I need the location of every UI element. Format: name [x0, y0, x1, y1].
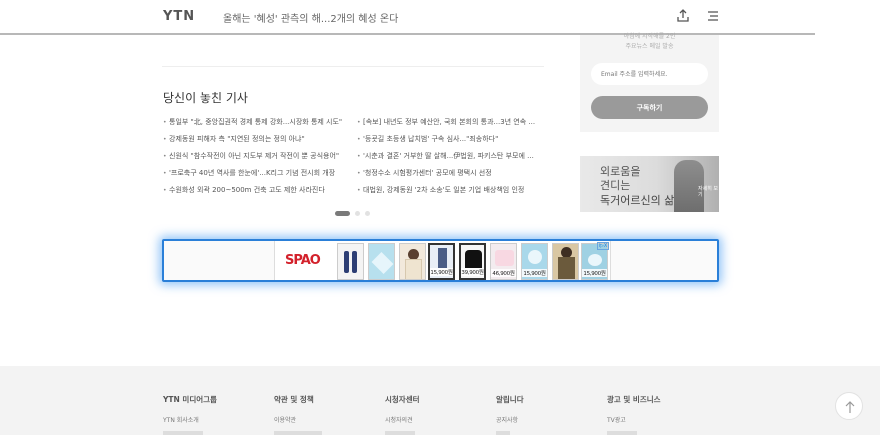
product-price: 39,900원: [461, 268, 484, 276]
article-link[interactable]: 강제동원 피해자 측 "지연된 정의는 정의 아냐": [163, 133, 353, 150]
footer-link[interactable]: TV광고: [607, 415, 626, 424]
article-link[interactable]: '등굣길 초등생 납치범' 구속 심사..."죄송하다": [357, 133, 547, 150]
footer-column: 광고 및 비즈니스 TV광고: [607, 394, 661, 435]
footer-link-cropped: [607, 431, 637, 435]
email-field[interactable]: [591, 63, 708, 85]
top-header: YTN 올해는 '혜성' 관측의 해...2개의 혜성 온다: [0, 0, 815, 35]
product-image[interactable]: 15,900원: [521, 243, 548, 280]
article-link[interactable]: 수원화성 외곽 200~500m 건축 고도 제한 사라진다: [163, 184, 353, 201]
footer-link-cropped: [385, 431, 415, 435]
product-image[interactable]: 15,900원: [428, 243, 455, 280]
article-list-right: [속보] 내년도 정부 예산안, 국회 본회의 통과...3년 연속 ... '…: [357, 116, 547, 201]
ad-content: SPAO 15,900원 39,900원 46,900원 15,900원 15,…: [274, 241, 611, 280]
spao-logo[interactable]: SPAO: [285, 253, 321, 268]
footer-column: YTN 미디어그룹 YTN 회사소개: [163, 394, 217, 435]
article-link[interactable]: '시춘과 결혼' 거부한 딸 살해...伊법원, 파키스탄 부모에 ...: [357, 150, 547, 167]
footer-link[interactable]: YTN 회사소개: [163, 415, 199, 424]
article-link[interactable]: 대법원, 강제동원 '2차 소송'도 일본 기업 배상책임 인정: [357, 184, 547, 201]
page-dot[interactable]: [365, 211, 370, 216]
arrow-up-icon: [842, 399, 858, 419]
footer-column: 시청자센터 시청자의견: [385, 394, 420, 435]
side-banner[interactable]: 외로움을 견디는 독거어르신의 삶 자세히 보기: [580, 156, 719, 212]
footer-link[interactable]: 시청자의견: [385, 415, 413, 424]
footer-column-title: YTN 미디어그룹: [163, 395, 217, 404]
footer-link-cropped: [496, 431, 510, 435]
footer-column: 알립니다 공지사항: [496, 394, 524, 435]
footer-column: 약관 및 정책 이용약관: [274, 394, 322, 435]
ad-banner[interactable]: SPAO 15,900원 39,900원 46,900원 15,900원 15,…: [162, 239, 719, 282]
footer-link[interactable]: 공지사항: [496, 415, 518, 424]
newsletter-desc: 아침에 시작해를 2인: [623, 33, 676, 40]
newsletter-desc: 주요뉴스 메일 발송: [625, 43, 674, 50]
site-footer: YTN 미디어그룹 YTN 회사소개 약관 및 정책 이용약관 시청자센터 시청…: [0, 366, 880, 435]
footer-column-title: 시청자센터: [385, 395, 420, 404]
product-image[interactable]: 39,900원: [459, 243, 486, 280]
footer-column-title: 알립니다: [496, 395, 524, 404]
article-link[interactable]: [속보] 내년도 정부 예산안, 국회 본회의 통과...3년 연속 ...: [357, 116, 547, 133]
banner-text: 독거어르신의 삶: [600, 194, 675, 207]
article-link[interactable]: '프로축구 40년 역사를 한눈에'...K리그 기념 전시회 개장: [163, 167, 353, 184]
product-price: 46,900원: [491, 269, 516, 277]
page-dot-active[interactable]: [335, 211, 350, 216]
product-price: 15,900원: [522, 269, 547, 277]
scroll-top-button[interactable]: [835, 392, 863, 420]
ad-info-icon[interactable]: i▷X: [597, 242, 609, 250]
banner-more-label: 자세히 보기: [698, 186, 718, 198]
footer-link[interactable]: 이용약관: [274, 415, 296, 424]
product-image[interactable]: [552, 243, 579, 280]
newsletter-box: 아침에 시작해를 2인 주요뉴스 메일 발송 구독하기: [580, 33, 719, 132]
footer-link-cropped: [163, 431, 203, 435]
footer-link-cropped: [274, 431, 322, 435]
product-image[interactable]: [337, 243, 364, 280]
subscribe-button[interactable]: 구독하기: [591, 96, 708, 119]
footer-column-title: 광고 및 비즈니스: [607, 395, 661, 404]
ytn-logo[interactable]: YTN: [163, 9, 195, 24]
product-image[interactable]: [399, 243, 426, 280]
product-price: 15,900원: [430, 268, 453, 276]
header-article-title: 올해는 '혜성' 관측의 해...2개의 혜성 온다: [223, 14, 399, 25]
missed-articles-title: 당신이 놓친 기사: [163, 91, 248, 105]
section-divider: [162, 66, 544, 67]
product-price: 15,900원: [582, 269, 607, 277]
article-link[interactable]: 통일부 "北, 중앙집권적 경제 통제 강화...시장화 통제 시도": [163, 116, 353, 133]
menu-icon[interactable]: [705, 8, 721, 24]
footer-column-title: 약관 및 정책: [274, 395, 314, 404]
banner-text: 견디는: [600, 179, 631, 192]
page-dot[interactable]: [355, 211, 360, 216]
product-image[interactable]: [368, 243, 395, 280]
article-list-left: 통일부 "北, 중앙집권적 경제 통제 강화...시장화 통제 시도" 강제동원…: [163, 116, 353, 201]
article-link[interactable]: 신원식 "참수작전이 아닌 지도부 제거 작전이 뿐 공식용어": [163, 150, 353, 167]
share-icon[interactable]: [675, 8, 691, 24]
article-link[interactable]: '청정수소 시험평가센터' 공모에 평택시 선정: [357, 167, 547, 184]
product-image[interactable]: 46,900원: [490, 243, 517, 280]
